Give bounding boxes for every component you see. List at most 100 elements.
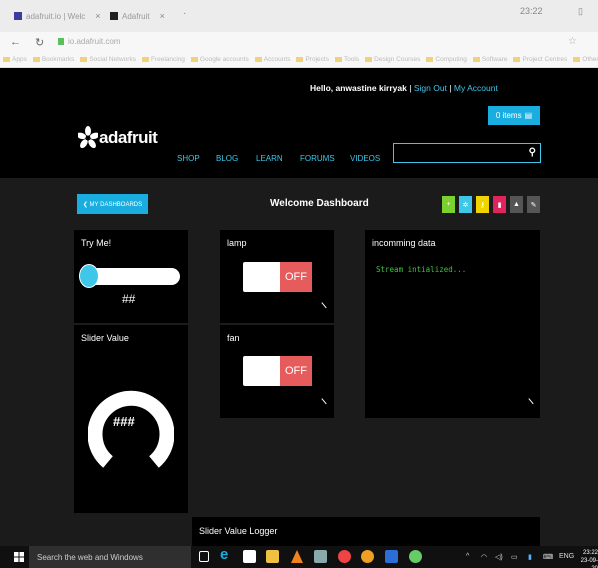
- bookmark-item[interactable]: Projects: [296, 56, 329, 63]
- block-slider-logger: Slider Value Logger: [192, 517, 540, 546]
- bookmark-item[interactable]: Other bookmarks: [573, 56, 598, 63]
- language-indicator[interactable]: ENG: [559, 553, 574, 560]
- bookmark-label: Design Courses: [374, 56, 421, 63]
- toggle-state-label: OFF: [280, 356, 312, 386]
- stream-output-text: Stream intialized...: [376, 265, 467, 274]
- chrome-icon[interactable]: [338, 550, 351, 563]
- pencil-icon: ✎: [530, 201, 537, 209]
- adafruit-flower-icon: [78, 126, 98, 148]
- bookmark-item[interactable]: Google accounts: [190, 56, 249, 63]
- user-bar: Hello, anwastine kirryak | Sign Out | My…: [310, 83, 498, 93]
- volume-icon[interactable]: ◁): [495, 553, 503, 561]
- chrome-active-icon[interactable]: [361, 550, 374, 563]
- keyboard-icon[interactable]: ⌨: [543, 553, 553, 561]
- block-title: lamp: [227, 238, 247, 248]
- greeting-text: Hello, anwastine kirryak: [310, 83, 407, 93]
- bookmark-item[interactable]: Apps: [3, 56, 27, 63]
- my-dashboards-button[interactable]: ❮ MY DASHBOARDS: [77, 194, 148, 214]
- delete-button[interactable]: ▮: [493, 196, 506, 213]
- settings-button[interactable]: ✲: [459, 196, 472, 213]
- browser-tab-adafruit[interactable]: Adafruit ×: [110, 4, 165, 28]
- slider-handle[interactable]: [79, 264, 99, 288]
- trash-icon: ▮: [497, 201, 502, 209]
- search-icon[interactable]: ⚲: [529, 147, 536, 158]
- app-green-icon[interactable]: [409, 550, 422, 563]
- key-button[interactable]: ⚷: [476, 196, 489, 213]
- word-icon[interactable]: [385, 550, 398, 563]
- toggle-state-label: OFF: [280, 262, 312, 292]
- site-search-input[interactable]: ⚲: [393, 143, 541, 163]
- separator: |: [449, 83, 452, 93]
- bookmark-item[interactable]: Social Networks: [80, 56, 136, 63]
- tray-chevron-icon[interactable]: ^: [466, 553, 469, 560]
- folder-icon: [296, 57, 304, 62]
- app-icon[interactable]: [314, 550, 327, 563]
- separator: |: [409, 83, 412, 93]
- folder-icon: [426, 57, 434, 62]
- bookmark-label: Software: [481, 56, 508, 63]
- taskbar-clock[interactable]: 23:22 23-09-20: [576, 549, 598, 568]
- new-tab-icon[interactable]: ·: [183, 8, 186, 19]
- nav-learn[interactable]: LEARN: [256, 154, 283, 163]
- clock-date: 23-09-20: [580, 558, 598, 568]
- bookmark-item[interactable]: Design Courses: [365, 56, 420, 63]
- windows-search-box[interactable]: Search the web and Windows: [29, 546, 191, 568]
- folder-icon: [334, 57, 342, 62]
- battery-icon[interactable]: ▭: [511, 553, 518, 561]
- edit-button[interactable]: ✎: [527, 196, 540, 213]
- bookmark-star-icon[interactable]: ☆: [568, 36, 577, 47]
- block-title: Slider Value: [81, 333, 129, 343]
- notification-icon[interactable]: ▮: [528, 553, 532, 561]
- lock-icon: ▲: [513, 201, 520, 208]
- folder-icon: [80, 57, 88, 62]
- close-tab-icon[interactable]: ×: [160, 11, 165, 21]
- minimize-icon[interactable]: ▯: [578, 6, 583, 17]
- bookmark-item[interactable]: Tools: [334, 56, 359, 63]
- bookmarks-bar: Apps Bookmarks Social Networks Freelancing G…: [0, 52, 598, 68]
- nav-shop[interactable]: SHOP: [177, 154, 200, 163]
- network-icon[interactable]: ◠: [481, 553, 487, 561]
- nav-videos[interactable]: VIDEOS: [350, 154, 380, 163]
- store-icon[interactable]: [243, 550, 256, 563]
- cart-items-button[interactable]: 0 items ▤: [488, 106, 540, 125]
- bookmark-label: Projects: [305, 56, 329, 63]
- dashboard-title: Welcome Dashboard: [270, 198, 369, 209]
- tab-strip: adafruit.io | Welc × Adafruit × · 23:22 …: [0, 0, 598, 32]
- bookmark-item[interactable]: Software: [472, 56, 508, 63]
- vlc-icon[interactable]: [291, 550, 303, 563]
- bookmark-label: Project Centres: [522, 56, 568, 63]
- file-explorer-icon[interactable]: [266, 550, 279, 563]
- back-arrow-icon[interactable]: ←: [10, 36, 21, 48]
- bookmark-item[interactable]: Freelancing: [141, 56, 185, 63]
- address-bar-row: ← ↻ io.adafruit.com ☆: [0, 32, 598, 52]
- fan-toggle[interactable]: OFF: [243, 356, 312, 386]
- add-icon: +: [446, 201, 451, 208]
- bookmark-item[interactable]: Computing: [426, 56, 467, 63]
- close-tab-icon[interactable]: ×: [95, 11, 100, 21]
- edge-browser-icon[interactable]: e: [220, 546, 233, 563]
- block-incoming-data: incomming data: [365, 230, 540, 418]
- add-block-button[interactable]: +: [442, 196, 455, 213]
- bookmark-item[interactable]: Bookmarks: [32, 56, 74, 63]
- browser-tab-dashboard[interactable]: adafruit.io | Welc ×: [14, 4, 101, 28]
- sign-out-link[interactable]: Sign Out: [414, 83, 447, 93]
- folder-icon: [32, 57, 40, 62]
- task-view-icon[interactable]: [199, 551, 209, 562]
- adafruit-logo[interactable]: adafruit: [78, 126, 158, 148]
- reload-icon[interactable]: ↻: [35, 36, 44, 49]
- bookmark-label: Social Networks: [89, 56, 136, 63]
- folder-icon: [365, 57, 373, 62]
- my-account-link[interactable]: My Account: [454, 83, 498, 93]
- url-field[interactable]: io.adafruit.com: [58, 37, 120, 46]
- lamp-toggle[interactable]: OFF: [243, 262, 312, 292]
- lock-button[interactable]: ▲: [510, 196, 523, 213]
- windows-start-icon[interactable]: [14, 552, 24, 562]
- bookmark-label: Accounts: [263, 56, 291, 63]
- nav-forums[interactable]: FORUMS: [300, 154, 335, 163]
- bookmark-item[interactable]: Accounts: [254, 56, 291, 63]
- key-icon: ⚷: [479, 201, 486, 209]
- nav-blog[interactable]: BLOG: [216, 154, 238, 163]
- url-text: io.adafruit.com: [68, 37, 121, 46]
- bookmark-item[interactable]: Project Centres: [513, 56, 567, 63]
- cart-items-label: 0 items: [495, 111, 522, 120]
